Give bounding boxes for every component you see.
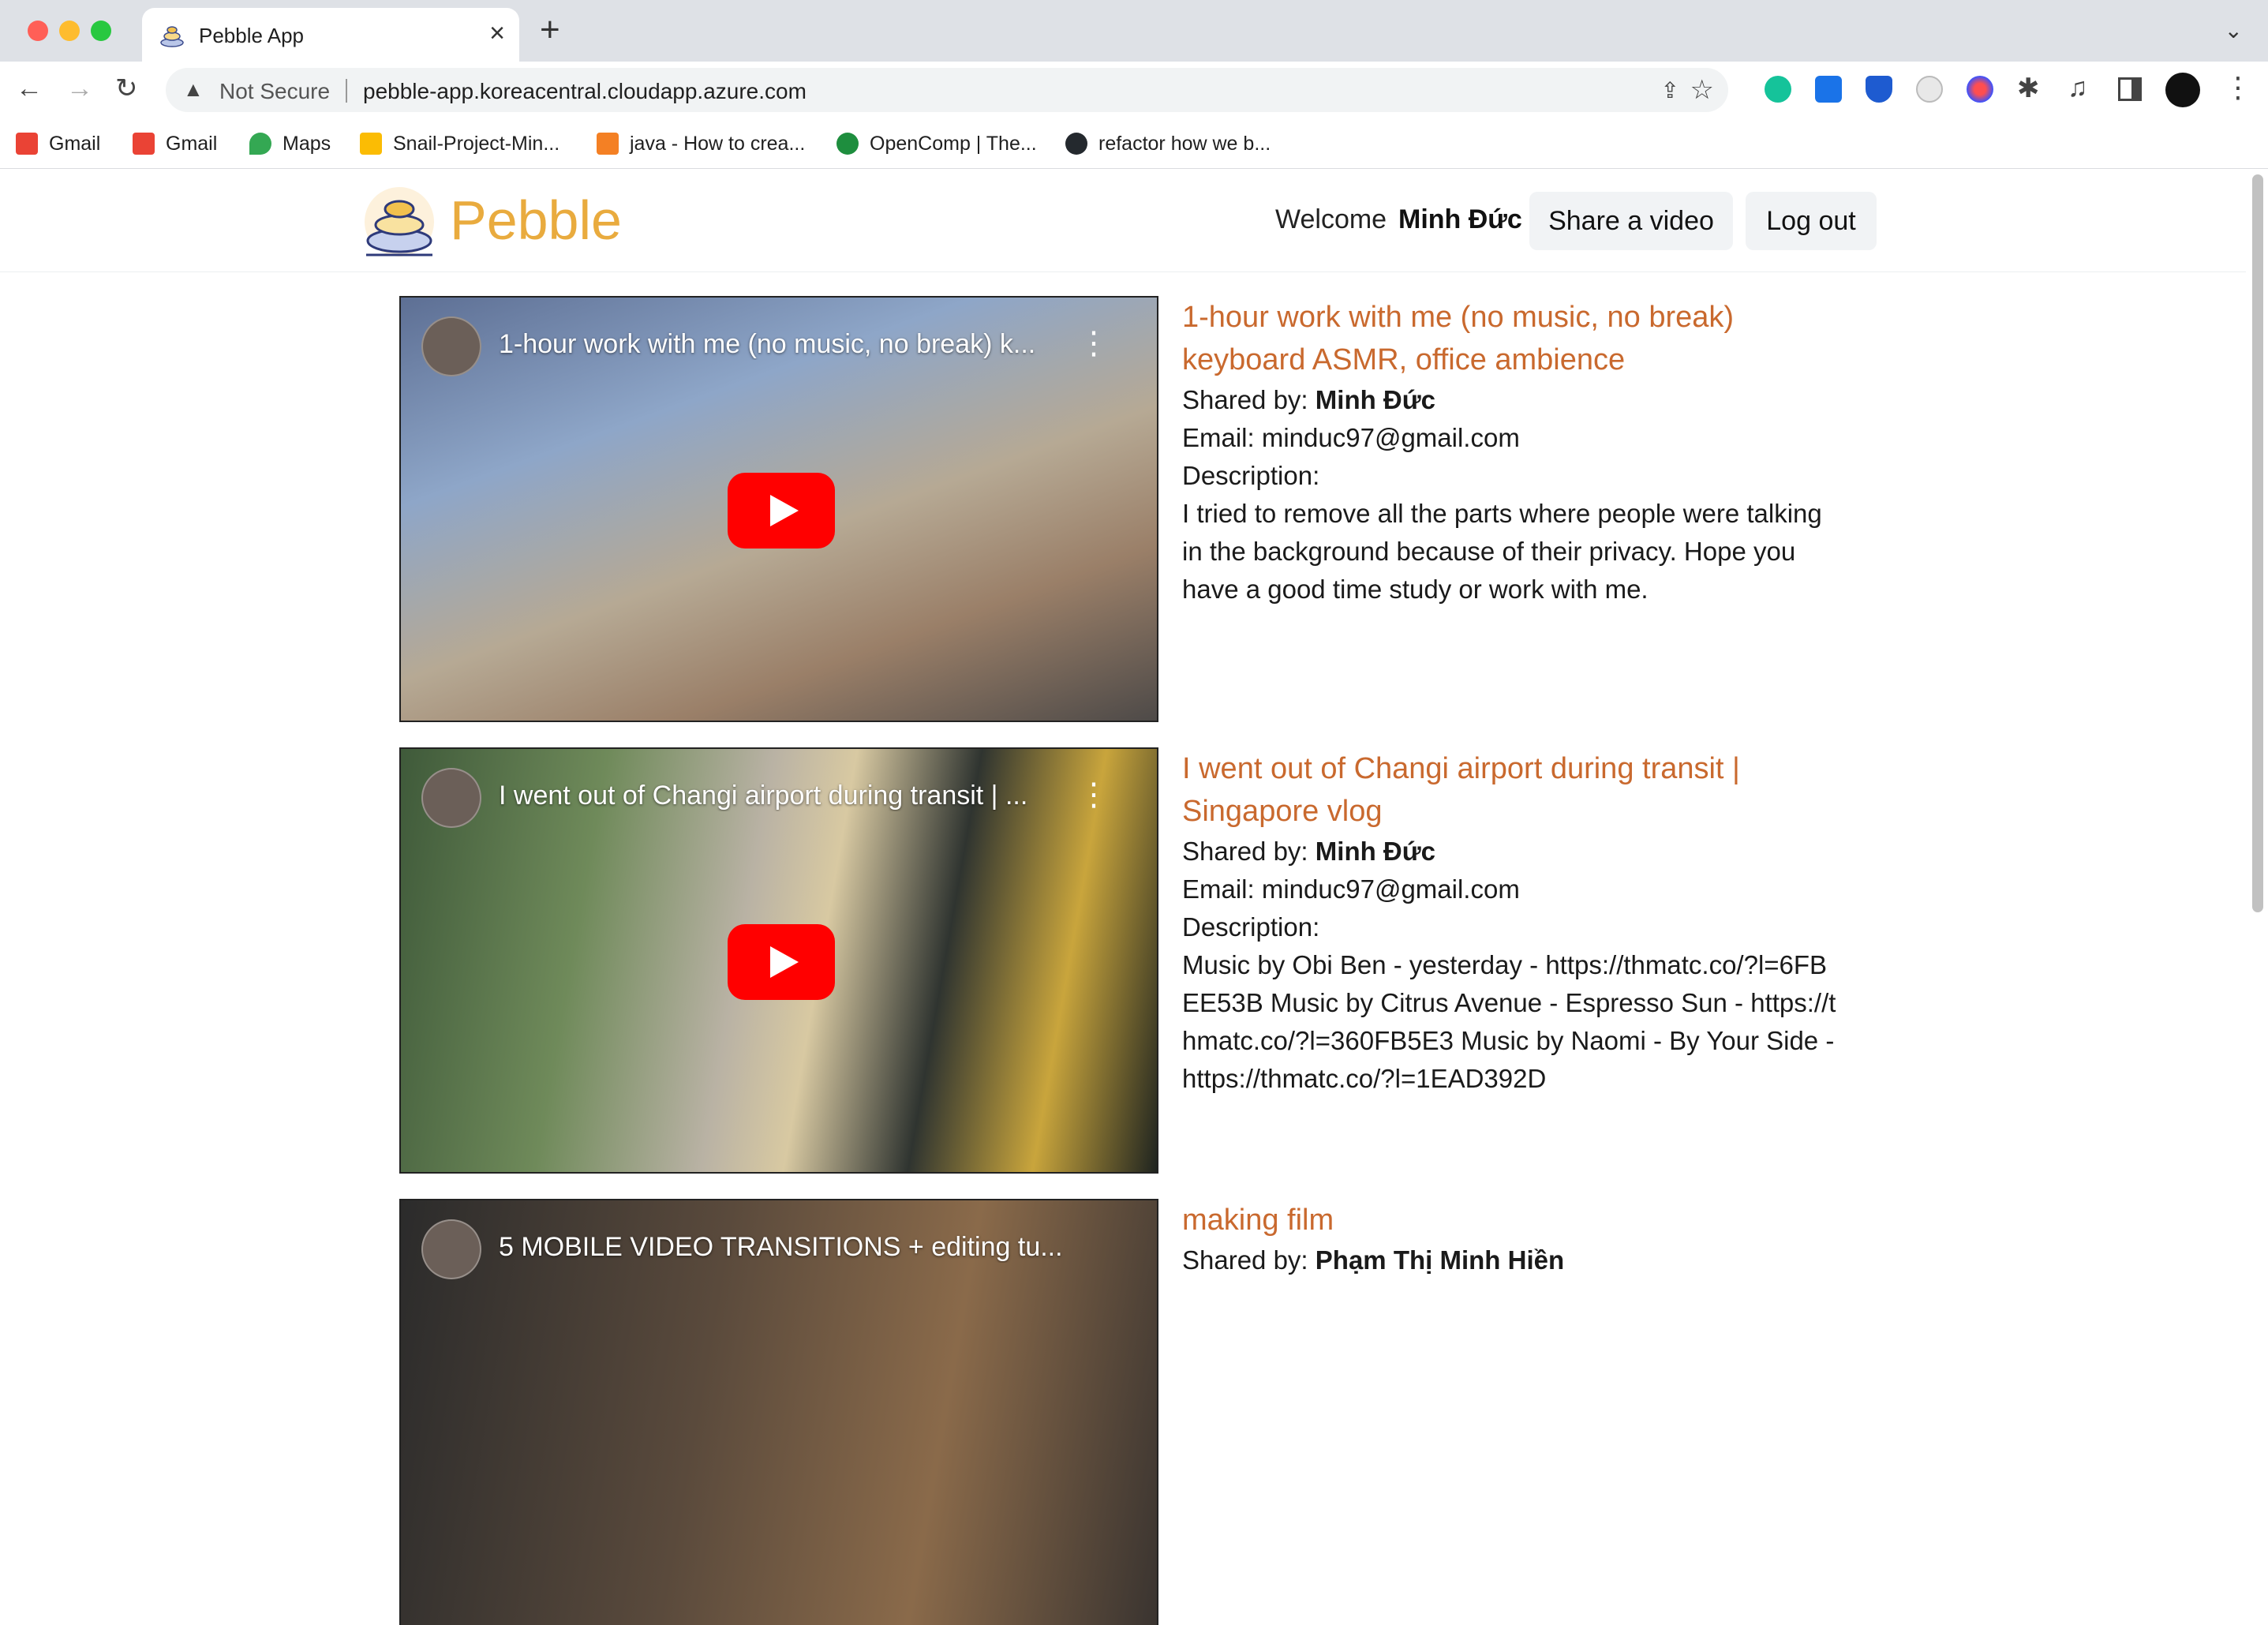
channel-avatar[interactable] xyxy=(421,1219,481,1279)
email-line: Email: minduc97@gmail.com xyxy=(1182,419,1837,457)
tab-strip: Pebble App × + ⌄ xyxy=(0,0,2268,62)
bookmark-github[interactable]: refactor how we b... xyxy=(1065,128,1271,159)
share-video-button[interactable]: Share a video xyxy=(1529,192,1733,250)
logout-button[interactable]: Log out xyxy=(1746,192,1877,250)
sharer-name: Minh Đức xyxy=(1315,837,1436,866)
video-more-icon[interactable]: ⋮ xyxy=(1078,328,1110,359)
new-tab-icon[interactable]: + xyxy=(540,13,560,47)
gmail-icon xyxy=(133,133,155,155)
video-description: I tried to remove all the parts where pe… xyxy=(1182,499,1822,604)
bookmark-star-icon[interactable]: ☆ xyxy=(1690,74,1714,106)
email-label: Email: xyxy=(1182,423,1255,452)
play-icon[interactable] xyxy=(728,924,835,1000)
channel-avatar[interactable] xyxy=(421,768,481,828)
video-title: 1-hour work with me (no music, no break)… xyxy=(1182,301,1735,376)
bookmarks-bar: Gmail Gmail Maps Snail-Project-Min... ja… xyxy=(0,118,2268,169)
security-label[interactable]: Not Secure xyxy=(219,79,330,104)
video-description: Music by Obi Ben - yesterday - https://t… xyxy=(1182,950,1836,1093)
bookmark-gmail-2[interactable]: Gmail xyxy=(133,128,217,159)
page-scrollbar[interactable] xyxy=(2252,174,2263,912)
shared-by-label: Shared by: xyxy=(1182,1245,1308,1275)
bookmark-label: Gmail xyxy=(49,132,101,155)
bookmark-stackoverflow[interactable]: java - How to crea... xyxy=(597,128,805,159)
bookmark-label: Gmail xyxy=(166,132,218,155)
profile-avatar[interactable] xyxy=(2165,73,2200,107)
sharer-email: minduc97@gmail.com xyxy=(1261,423,1520,452)
tab-close-icon[interactable]: × xyxy=(489,19,505,47)
pebble-logo-icon[interactable] xyxy=(363,185,436,258)
drive-icon xyxy=(360,133,382,155)
url-text[interactable]: pebble-app.koreacentral.cloudapp.azure.c… xyxy=(363,79,807,104)
video-title: I went out of Changi airport during tran… xyxy=(1182,752,1740,828)
user-name: Minh Đức xyxy=(1398,204,1522,234)
email-line: Email: minduc97@gmail.com xyxy=(1182,871,1837,908)
bookmark-label: OpenComp | The... xyxy=(870,132,1037,155)
video-player[interactable]: 1-hour work with me (no music, no break)… xyxy=(399,296,1158,722)
shared-by-label: Shared by: xyxy=(1182,837,1308,866)
globe-extension-icon[interactable] xyxy=(1967,76,1993,103)
sharer-email: minduc97@gmail.com xyxy=(1261,874,1520,904)
reload-icon[interactable]: ↻ xyxy=(115,73,138,104)
back-arrow-icon[interactable]: ← xyxy=(16,73,43,104)
raindrop-extension-icon[interactable] xyxy=(1815,76,1842,103)
video-embed-title[interactable]: 5 MOBILE VIDEO TRANSITIONS + editing tu.… xyxy=(499,1232,1075,1263)
opencomp-icon xyxy=(836,133,859,155)
video-player[interactable]: 5 MOBILE VIDEO TRANSITIONS + editing tu.… xyxy=(399,1199,1158,1625)
shared-by-line: Shared by: Minh Đức xyxy=(1182,381,1837,419)
extensions-puzzle-icon[interactable]: ✱ xyxy=(2017,73,2040,104)
welcome-label: Welcome xyxy=(1275,204,1387,234)
video-title: making film xyxy=(1182,1204,1334,1237)
play-icon[interactable] xyxy=(728,473,835,549)
tab-title: Pebble App xyxy=(199,24,305,47)
video-player[interactable]: I went out of Changi airport during tran… xyxy=(399,747,1158,1174)
side-panel-icon[interactable] xyxy=(2118,77,2142,101)
shield-extension-icon[interactable] xyxy=(1866,76,1892,103)
description-label: Description: xyxy=(1182,912,1320,942)
browser-tab[interactable]: Pebble App × xyxy=(142,8,519,62)
video-more-icon[interactable]: ⋮ xyxy=(1078,779,1110,811)
bookmark-label: refactor how we b... xyxy=(1098,132,1271,155)
video-info: making film Shared by: Phạm Thị Minh Hiề… xyxy=(1182,1199,1837,1279)
sharer-name: Minh Đức xyxy=(1315,385,1436,414)
share-icon[interactable]: ⇪ xyxy=(1661,77,1679,103)
app-header: Pebble Welcome Minh Đức Share a video Lo… xyxy=(0,170,2246,272)
browser-menu-icon[interactable]: ⋮ xyxy=(2224,71,2252,104)
maps-icon xyxy=(249,133,271,155)
maximize-window-button[interactable] xyxy=(91,21,111,41)
bookmark-snail-project[interactable]: Snail-Project-Min... xyxy=(360,128,560,159)
warning-icon[interactable]: ▲ xyxy=(183,77,204,102)
shared-by-label: Shared by: xyxy=(1182,385,1308,414)
bookmark-gmail-1[interactable]: Gmail xyxy=(16,128,100,159)
gmail-icon xyxy=(16,133,38,155)
description-label: Description: xyxy=(1182,461,1320,490)
page-viewport: Pebble Welcome Minh Đức Share a video Lo… xyxy=(0,170,2268,1625)
sharer-name: Phạm Thị Minh Hiền xyxy=(1315,1245,1565,1275)
address-bar[interactable]: ▲ Not Secure pebble-app.koreacentral.clo… xyxy=(166,68,1728,112)
video-embed-title[interactable]: 1-hour work with me (no music, no break)… xyxy=(499,329,1075,360)
forward-arrow-icon[interactable]: → xyxy=(66,73,93,104)
shared-by-line: Shared by: Minh Đức xyxy=(1182,833,1837,871)
video-info: I went out of Changi airport during tran… xyxy=(1182,747,1837,1098)
bookmark-label: java - How to crea... xyxy=(630,132,806,155)
minimize-window-button[interactable] xyxy=(59,21,80,41)
video-embed-title[interactable]: I went out of Changi airport during tran… xyxy=(499,781,1075,811)
tab-search-chevron-icon[interactable]: ⌄ xyxy=(2225,17,2243,43)
pebble-favicon-icon xyxy=(160,26,184,47)
email-label: Email: xyxy=(1182,874,1255,904)
dial-extension-icon[interactable] xyxy=(1916,76,1943,103)
channel-avatar[interactable] xyxy=(421,316,481,376)
github-icon xyxy=(1065,133,1087,155)
stackoverflow-icon xyxy=(597,133,619,155)
divider xyxy=(346,79,347,103)
brand-name[interactable]: Pebble xyxy=(450,189,622,252)
bookmark-label: Maps xyxy=(283,132,331,155)
bookmark-label: Snail-Project-Min... xyxy=(393,132,560,155)
video-info: 1-hour work with me (no music, no break)… xyxy=(1182,296,1837,608)
bookmark-opencomp[interactable]: OpenComp | The... xyxy=(836,128,1037,159)
grammarly-extension-icon[interactable] xyxy=(1765,76,1791,103)
shared-by-line: Shared by: Phạm Thị Minh Hiền xyxy=(1182,1241,1837,1279)
bookmark-maps[interactable]: Maps xyxy=(249,128,331,159)
media-control-icon[interactable]: ♫ xyxy=(2068,73,2088,103)
close-window-button[interactable] xyxy=(28,21,48,41)
